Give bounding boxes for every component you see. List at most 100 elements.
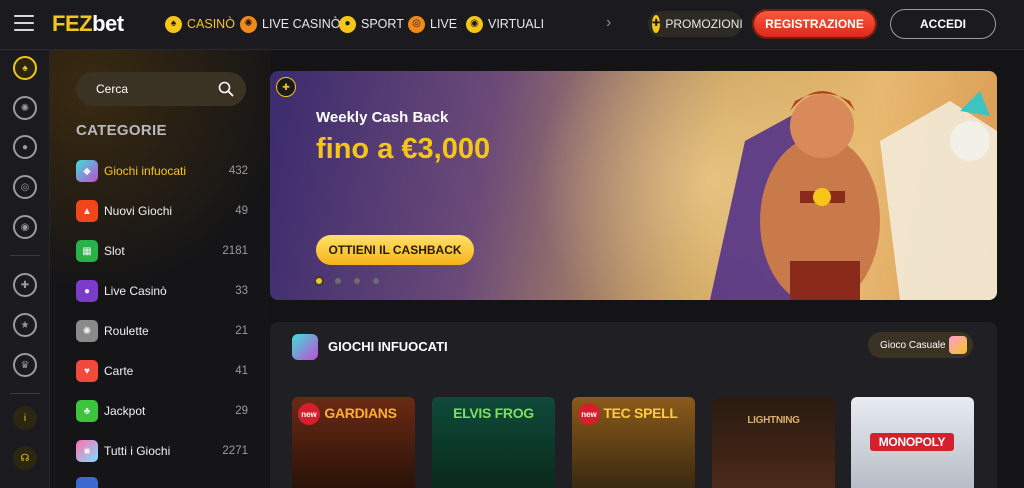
category-sidebar: Cerca CATEGORIE ◆ Giochi infuocati 432 ▲… bbox=[50, 50, 270, 488]
get-cashback-button[interactable]: OTTIENI IL CASHBACK bbox=[316, 235, 474, 265]
roulette-icon: ✺ bbox=[240, 15, 257, 33]
game-title: LIGHTNING bbox=[747, 415, 800, 426]
category-label: Jackpot bbox=[104, 404, 146, 418]
wifi-icon: ◎ bbox=[408, 15, 425, 33]
new-badge: new bbox=[578, 403, 600, 425]
nav-sport-label: SPORT bbox=[361, 17, 404, 31]
soccer-ball-icon: ● bbox=[339, 15, 356, 33]
game-card[interactable]: ELVIS FROG bbox=[432, 397, 555, 488]
top-navbar: FEZbet ♠ CASINÒ ✺ LIVE CASINÒ ● SPORT ◎ … bbox=[0, 0, 1024, 50]
category-item-nuovi-giochi[interactable]: ▲ Nuovi Giochi 49 bbox=[76, 199, 248, 223]
category-item-slot[interactable]: ▦ Slot 2181 bbox=[76, 239, 248, 263]
support-headset-icon[interactable]: ☊ bbox=[13, 446, 37, 470]
banner-title: fino a €3,000 bbox=[316, 133, 491, 165]
promo-icon: ✚ bbox=[652, 15, 661, 33]
roulette-wheel-icon: ✺ bbox=[76, 320, 98, 342]
search-input[interactable]: Cerca bbox=[76, 72, 246, 106]
random-game-button[interactable]: Gioco Casuale bbox=[868, 332, 973, 358]
info-icon[interactable]: i bbox=[13, 406, 37, 430]
rail-casino-spade-icon[interactable]: ♠ bbox=[13, 56, 37, 80]
category-label: Giochi infuocati bbox=[104, 164, 187, 178]
nav-scroll-right-icon[interactable]: › bbox=[606, 14, 611, 32]
left-icon-rail: ♠ ✺ ● ◎ ◉ ✚ ★ ♛ i ☊ bbox=[0, 50, 50, 488]
menu-icon[interactable] bbox=[14, 15, 34, 33]
section-title: GIOCHI INFUOCATI bbox=[328, 339, 448, 354]
cards-icon: ♥ bbox=[76, 360, 98, 382]
game-title: ELVIS FROG bbox=[453, 405, 534, 421]
rail-soccer-ball-icon[interactable]: ● bbox=[13, 135, 37, 159]
category-label: Roulette bbox=[104, 324, 149, 338]
category-count: 2181 bbox=[222, 245, 248, 257]
new-badge: new bbox=[298, 403, 320, 425]
nav-sport[interactable]: ● SPORT bbox=[339, 14, 404, 34]
category-count: 432 bbox=[228, 165, 248, 177]
category-item-live-casino[interactable]: ● Live Casinò 33 bbox=[76, 279, 248, 303]
fire-gem-icon bbox=[292, 334, 318, 360]
category-label: Nuovi Giochi bbox=[104, 204, 173, 218]
rail-divider bbox=[10, 393, 40, 394]
category-label: Slot bbox=[104, 244, 125, 258]
search-icon[interactable] bbox=[218, 81, 234, 97]
logo-text-fez: FEZ bbox=[52, 11, 93, 36]
promo-banner[interactable]: ✚ Weekly Cash Back fino a €3,000 OTTIENI… bbox=[270, 71, 997, 300]
category-more-icon bbox=[76, 477, 98, 488]
logo-text-bet: bet bbox=[92, 11, 124, 36]
nav-live-casino[interactable]: ✺ LIVE CASINÒ bbox=[240, 14, 341, 34]
carousel-dot[interactable] bbox=[354, 278, 360, 284]
carousel-dot[interactable] bbox=[316, 278, 322, 284]
category-label: Carte bbox=[104, 364, 134, 378]
game-card[interactable]: LIGHTNING bbox=[712, 397, 835, 488]
nav-virtuali[interactable]: ◉ VIRTUALI bbox=[466, 14, 544, 34]
category-count: 21 bbox=[235, 325, 248, 337]
category-count: 2271 bbox=[222, 445, 248, 457]
categories-heading: CATEGORIE bbox=[76, 122, 167, 139]
category-item-more[interactable] bbox=[76, 476, 248, 488]
category-count: 49 bbox=[235, 205, 248, 217]
live-dealer-icon: ● bbox=[76, 280, 98, 302]
carousel-dot[interactable] bbox=[335, 278, 341, 284]
hero-illustration bbox=[710, 91, 997, 300]
random-game-label: Gioco Casuale bbox=[880, 339, 946, 351]
rail-trophy-icon[interactable]: ♛ bbox=[13, 353, 37, 377]
banner-carousel-dots bbox=[316, 278, 379, 284]
all-games-icon: ■ bbox=[76, 440, 98, 462]
spade-icon: ♠ bbox=[165, 15, 182, 33]
promotions-label: PROMOZIONI bbox=[665, 17, 743, 31]
promotions-button[interactable]: ✚ PROMOZIONI bbox=[648, 11, 743, 37]
category-label: Live Casinò bbox=[104, 284, 167, 298]
clover-icon: ♣ bbox=[76, 400, 98, 422]
flame-icon: ▲ bbox=[76, 200, 98, 222]
category-count: 41 bbox=[235, 365, 248, 377]
slot-machine-icon: ▦ bbox=[76, 240, 98, 262]
banner-promo-badge-icon: ✚ bbox=[276, 77, 296, 97]
game-card[interactable]: GARDIANS new bbox=[292, 397, 415, 488]
target-icon: ◉ bbox=[466, 15, 483, 33]
category-label: Tutti i Giochi bbox=[104, 444, 171, 458]
nav-casino[interactable]: ♠ CASINÒ bbox=[165, 14, 235, 34]
rail-roulette-icon[interactable]: ✺ bbox=[13, 96, 37, 120]
game-card[interactable]: MONOPOLY bbox=[851, 397, 974, 488]
category-item-giochi-infuocati[interactable]: ◆ Giochi infuocati 432 bbox=[76, 159, 248, 183]
nav-casino-label: CASINÒ bbox=[187, 17, 235, 31]
fezbet-logo[interactable]: FEZbet bbox=[52, 11, 124, 37]
rail-wifi-icon[interactable]: ◎ bbox=[13, 175, 37, 199]
category-item-roulette[interactable]: ✺ Roulette 21 bbox=[76, 319, 248, 343]
rail-target-icon[interactable]: ◉ bbox=[13, 215, 37, 239]
rail-promo-icon[interactable]: ✚ bbox=[13, 273, 37, 297]
nav-virtuali-label: VIRTUALI bbox=[488, 17, 545, 31]
nav-live-casino-label: LIVE CASINÒ bbox=[262, 17, 341, 31]
category-item-carte[interactable]: ♥ Carte 41 bbox=[76, 359, 248, 383]
category-item-jackpot[interactable]: ♣ Jackpot 29 bbox=[76, 399, 248, 423]
register-button[interactable]: REGISTRAZIONE bbox=[752, 9, 877, 39]
carousel-dot[interactable] bbox=[373, 278, 379, 284]
dice-icon bbox=[949, 336, 967, 354]
category-item-tutti-i-giochi[interactable]: ■ Tutti i Giochi 2271 bbox=[76, 439, 248, 463]
hot-games-section: GIOCHI INFUOCATI Gioco Casuale GARDIANS … bbox=[270, 322, 997, 488]
rail-star-icon[interactable]: ★ bbox=[13, 313, 37, 337]
nav-live[interactable]: ◎ LIVE bbox=[408, 14, 457, 34]
search-placeholder: Cerca bbox=[96, 82, 129, 96]
category-count: 33 bbox=[235, 285, 248, 297]
login-button[interactable]: ACCEDI bbox=[890, 9, 996, 39]
game-card[interactable]: TEC SPELL new bbox=[572, 397, 695, 488]
category-count: 29 bbox=[235, 405, 248, 417]
